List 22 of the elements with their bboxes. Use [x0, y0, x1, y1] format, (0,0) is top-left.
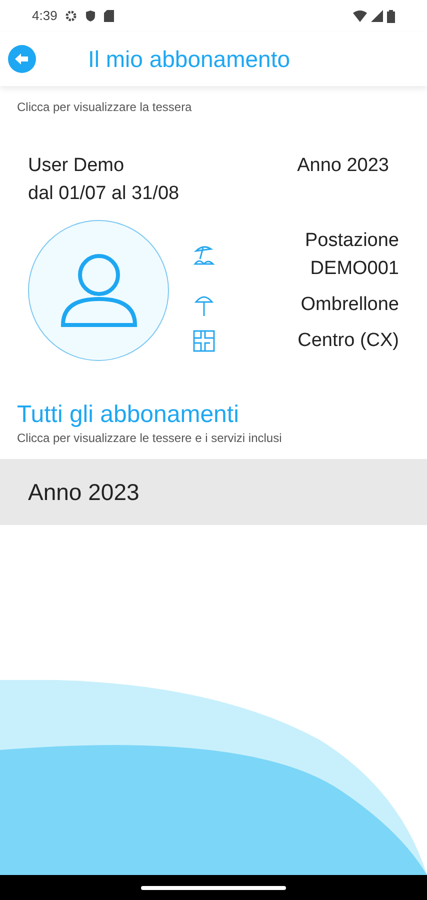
- arrow-left-icon: [14, 52, 30, 66]
- floor-plan-icon: [193, 330, 215, 352]
- battery-icon: [387, 10, 395, 22]
- detail-text: Postazione DEMO001: [304, 228, 399, 280]
- section-hint: Clicca per visualizzare le tessere e i servizi inclusi: [17, 430, 283, 447]
- back-button[interactable]: [8, 45, 36, 73]
- signal-icon: [371, 10, 383, 22]
- subscription-item[interactable]: Anno 2023: [0, 459, 427, 525]
- shield-icon: [85, 10, 96, 22]
- wifi-icon: [353, 10, 367, 22]
- sd-card-icon: [104, 10, 114, 22]
- home-handle[interactable]: [141, 886, 286, 890]
- detail-text: Centro (CX): [296, 328, 399, 352]
- card-hint: Clicca per visualizzare la tessera: [17, 99, 193, 116]
- detail-text: Ombrellone: [300, 292, 399, 316]
- settings-icon: [65, 10, 78, 22]
- clock-time: 4:39: [32, 7, 58, 26]
- page-title: Il mio abbonamento: [88, 44, 290, 74]
- user-name: User Demo: [28, 154, 126, 178]
- section-title: Tutti gli abbonamenti: [17, 401, 240, 429]
- subscription-year: Anno 2023: [297, 154, 389, 178]
- subscription-period: dal 01/07 al 31/08: [28, 182, 180, 206]
